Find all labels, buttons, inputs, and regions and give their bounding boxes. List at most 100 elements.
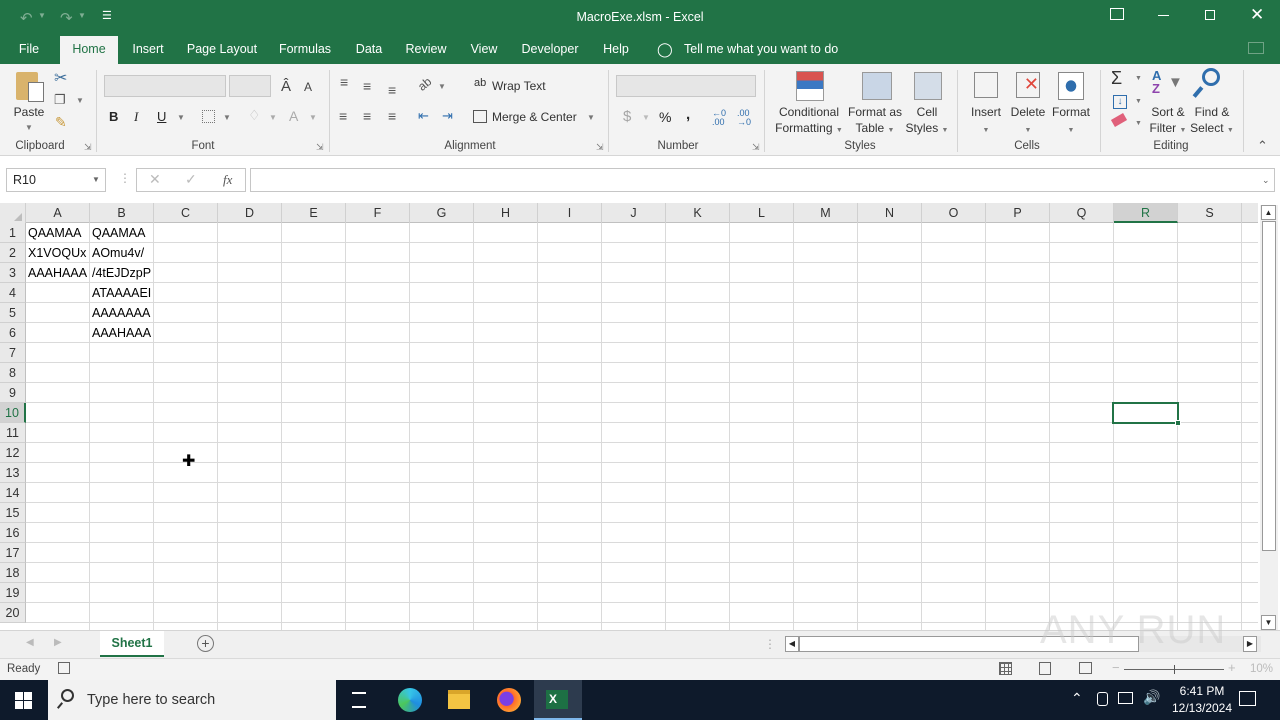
align-middle-icon[interactable]: ≡	[363, 78, 371, 94]
column-header-b[interactable]: B	[90, 203, 154, 223]
row-header-3[interactable]: 3	[0, 263, 26, 283]
next-sheet-icon[interactable]: ▶	[54, 637, 62, 648]
format-cells-icon[interactable]	[1058, 72, 1084, 100]
cell-b3[interactable]: /4tEJDzpP	[90, 263, 153, 282]
format-as-table-icon[interactable]	[862, 72, 892, 100]
fill-color-icon[interactable]: ♢	[248, 107, 261, 124]
column-header-c[interactable]: C	[154, 203, 218, 223]
formula-bar-splitter[interactable]: ⋮	[119, 171, 131, 185]
delete-cells-icon[interactable]: ✕	[1016, 72, 1040, 98]
meet-now-icon[interactable]	[1097, 692, 1108, 706]
row-header-17[interactable]: 17	[0, 543, 26, 563]
column-header-g[interactable]: G	[410, 203, 474, 223]
enter-icon[interactable]: ✓	[185, 171, 197, 188]
number-launcher-icon[interactable]: ⇲	[752, 142, 760, 153]
name-box[interactable]: R10	[6, 168, 106, 192]
clear-dropdown-icon[interactable]: ▼	[1135, 120, 1142, 127]
page-layout-view-icon[interactable]	[1039, 662, 1051, 675]
fill-handle[interactable]	[1175, 420, 1181, 426]
merge-center-button[interactable]: Merge & Center	[492, 109, 577, 125]
formula-input[interactable]	[250, 168, 1275, 192]
cell-b2[interactable]: AOmu4v/	[90, 243, 153, 262]
expand-formula-bar-icon[interactable]: ⌄	[1262, 175, 1270, 186]
new-sheet-icon[interactable]: +	[197, 635, 214, 652]
paste-button[interactable]: Paste	[10, 104, 48, 120]
excel-taskbar-button[interactable]: X	[534, 680, 582, 720]
column-header-d[interactable]: D	[218, 203, 282, 223]
cell-b6[interactable]: AAAHAAA	[90, 323, 153, 342]
tab-insert[interactable]: Insert	[126, 36, 170, 64]
task-view-icon[interactable]	[352, 692, 366, 708]
clipboard-launcher-icon[interactable]: ⇲	[84, 142, 92, 153]
zoom-level[interactable]: 10%	[1250, 663, 1273, 675]
cell-b1[interactable]: QAAMAA	[90, 223, 153, 242]
paste-dropdown-icon[interactable]: ▼	[22, 120, 36, 136]
column-header-e[interactable]: E	[282, 203, 346, 223]
edge-icon[interactable]	[398, 688, 422, 712]
scroll-down-icon[interactable]: ▼	[1261, 615, 1276, 630]
autosum-icon[interactable]: Σ	[1111, 68, 1122, 89]
decrease-font-size-icon[interactable]: A	[304, 80, 312, 94]
cell-styles-button[interactable]: Cell Styles ▼	[902, 104, 952, 139]
conditional-formatting-icon[interactable]	[796, 71, 824, 101]
align-left-icon[interactable]: ≡	[339, 108, 347, 124]
row-header-2[interactable]: 2	[0, 243, 26, 263]
font-size-combo[interactable]	[229, 75, 271, 97]
column-header-s[interactable]: S	[1178, 203, 1242, 223]
column-header-m[interactable]: M	[794, 203, 858, 223]
alignment-launcher-icon[interactable]: ⇲	[596, 142, 604, 153]
italic-button[interactable]: I	[134, 109, 138, 125]
increase-indent-icon[interactable]: ⇥	[442, 108, 453, 124]
row-header-11[interactable]: 11	[0, 423, 26, 443]
sheet-tab-sheet1[interactable]: Sheet1	[100, 631, 164, 657]
row-header-6[interactable]: 6	[0, 323, 26, 343]
tab-developer[interactable]: Developer	[518, 36, 582, 64]
align-bottom-icon[interactable]: ≡	[388, 82, 396, 98]
conditional-formatting-button[interactable]: Conditional Formatting ▼	[770, 104, 848, 139]
align-right-icon[interactable]: ≡	[388, 108, 396, 124]
row-header-19[interactable]: 19	[0, 583, 26, 603]
font-launcher-icon[interactable]: ⇲	[316, 142, 324, 153]
decrease-indent-icon[interactable]: ⇤	[418, 108, 429, 124]
file-explorer-icon[interactable]	[448, 690, 470, 709]
row-header-10[interactable]: 10	[0, 403, 26, 423]
start-button[interactable]	[15, 692, 32, 709]
scroll-up-icon[interactable]: ▲	[1261, 205, 1276, 220]
collapse-ribbon-icon[interactable]: ⌃	[1257, 138, 1268, 154]
bold-button[interactable]: B	[109, 109, 118, 124]
cell-b5[interactable]: AAAAAAA	[90, 303, 153, 322]
tab-formulas[interactable]: Formulas	[275, 36, 335, 64]
increase-font-size-icon[interactable]: Â	[281, 78, 291, 95]
scroll-left-icon[interactable]: ◀	[785, 636, 799, 652]
column-header-f[interactable]: F	[346, 203, 410, 223]
row-header-18[interactable]: 18	[0, 563, 26, 583]
borders-dropdown-icon[interactable]: ▼	[223, 113, 231, 122]
cell-grid[interactable]: QAAMAA QAAMAA X1VOQUx AOmu4v/AAAHAAA/4tEJDz…	[26, 223, 1258, 630]
find-select-icon[interactable]	[1202, 68, 1220, 86]
show-hidden-icons[interactable]: ⌃	[1071, 690, 1083, 707]
clock[interactable]: 6:41 PM 12/13/2024	[1160, 683, 1244, 717]
format-cells-button[interactable]: Format ▼	[1048, 104, 1094, 139]
insert-function-button[interactable]: fx	[223, 172, 232, 188]
tell-me-search[interactable]: Tell me what you want to do	[684, 42, 838, 56]
zoom-slider[interactable]	[1124, 665, 1224, 674]
zoom-in-icon[interactable]: +	[1228, 660, 1236, 675]
column-header-a[interactable]: A	[26, 203, 90, 223]
column-header-j[interactable]: J	[602, 203, 666, 223]
vertical-scroll-thumb[interactable]	[1262, 221, 1276, 551]
column-header-r[interactable]: R	[1114, 203, 1178, 223]
insert-cells-icon[interactable]	[974, 72, 998, 98]
underline-dropdown-icon[interactable]: ▼	[177, 113, 185, 122]
tab-page-layout[interactable]: Page Layout	[184, 36, 260, 64]
column-header-l[interactable]: L	[730, 203, 794, 223]
font-name-combo[interactable]	[104, 75, 226, 97]
row-header-20[interactable]: 20	[0, 603, 26, 623]
currency-dropdown-icon[interactable]: ▼	[642, 113, 650, 122]
column-header-o[interactable]: O	[922, 203, 986, 223]
taskbar-search[interactable]: Type here to search	[48, 680, 336, 720]
format-painter-icon[interactable]: ✎	[55, 114, 67, 131]
row-header-16[interactable]: 16	[0, 523, 26, 543]
decrease-decimal-icon[interactable]: .00 →0	[737, 109, 751, 127]
close-icon[interactable]: ✕	[1250, 5, 1264, 25]
fill-color-dropdown-icon[interactable]: ▼	[269, 113, 277, 122]
